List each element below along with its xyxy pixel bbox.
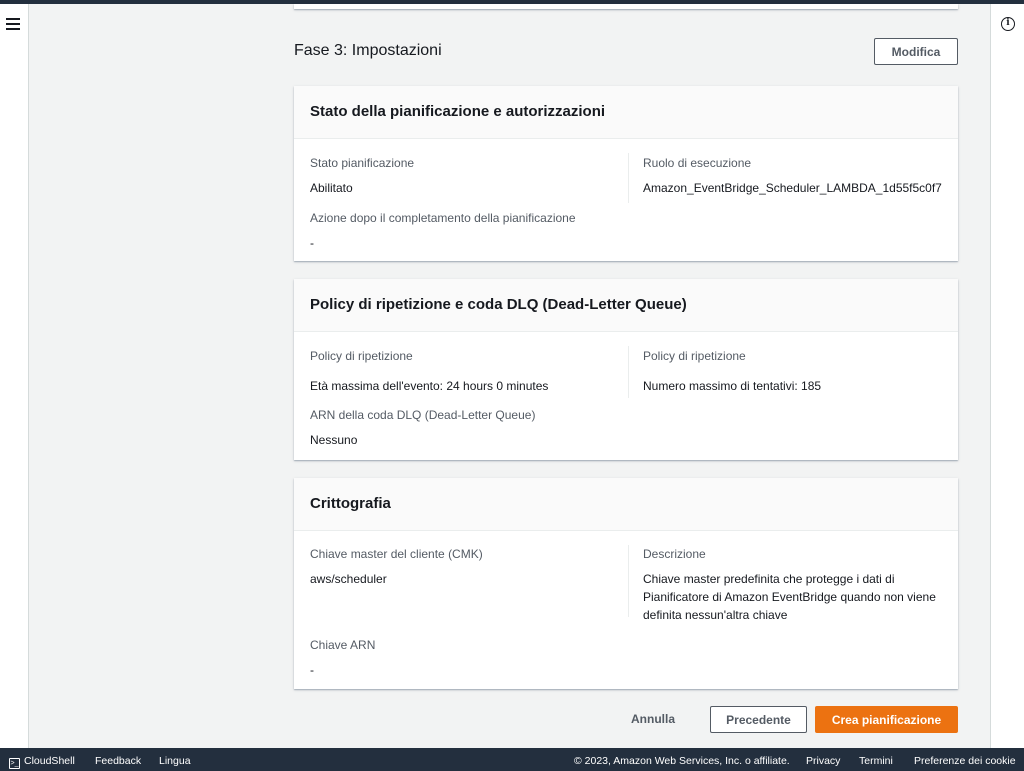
field-label: Policy di ripetizione: [643, 349, 746, 363]
previous-card-edge: [294, 4, 958, 9]
cancel-button[interactable]: Annulla: [631, 712, 675, 726]
create-schedule-button[interactable]: Crea pianificazione: [815, 706, 958, 733]
terms-link[interactable]: Termini: [859, 755, 893, 767]
field-label: Stato pianificazione: [310, 156, 415, 170]
field-dlq-arn: ARN della coda DLQ (Dead-Letter Queue) N…: [310, 408, 535, 449]
field-value: Amazon_EventBridge_Scheduler_LAMBDA_1d55…: [643, 181, 942, 195]
cookie-preferences-link[interactable]: Preferenze dei cookie: [914, 755, 1016, 767]
card-title: Crittografia: [294, 478, 958, 531]
privacy-link[interactable]: Privacy: [806, 755, 840, 767]
card-title: Policy di ripetizione e coda DLQ (Dead-L…: [294, 279, 958, 332]
info-icon[interactable]: i: [1001, 17, 1015, 31]
field-retry-policy-age: Policy di ripetizione Età massima dell'e…: [310, 349, 548, 395]
field-completion-action: Azione dopo il completamento della piani…: [310, 211, 576, 252]
field-label: ARN della coda DLQ (Dead-Letter Queue): [310, 408, 536, 422]
column-divider: [628, 346, 629, 398]
step-title: Fase 3: Impostazioni: [294, 42, 442, 59]
edit-button[interactable]: Modifica: [874, 38, 958, 65]
navigation-rail: [0, 4, 29, 748]
field-key-arn: Chiave ARN -: [310, 638, 375, 679]
tools-rail: i: [990, 4, 1024, 748]
column-divider: [628, 545, 629, 617]
field-value: -: [310, 663, 314, 677]
field-value: Numero massimo di tentativi: 185: [643, 379, 822, 393]
field-value: Età massima dell'evento: 24 hours 0 minu…: [310, 379, 549, 393]
hamburger-menu-icon[interactable]: [6, 18, 20, 30]
cloudshell-label: CloudShell: [24, 755, 75, 767]
field-label: Chiave master del cliente (CMK): [310, 547, 483, 561]
terminal-icon: >_: [9, 758, 20, 769]
field-cmk: Chiave master del cliente (CMK) aws/sche…: [310, 547, 483, 588]
field-value: -: [310, 236, 314, 250]
encryption-card: Crittografia Chiave master del cliente (…: [294, 478, 958, 689]
field-value: aws/scheduler: [310, 572, 387, 586]
cloudshell-link[interactable]: >_ CloudShell: [9, 755, 75, 769]
main-content: Fase 3: Impostazioni Modifica Stato dell…: [29, 4, 990, 748]
field-value: Chiave master predefinita che protegge i…: [643, 572, 936, 622]
footer: >_ CloudShell Feedback Lingua © 2023, Ama…: [0, 748, 1024, 771]
language-link[interactable]: Lingua: [159, 755, 191, 767]
field-label: Ruolo di esecuzione: [643, 156, 752, 170]
field-description: Descrizione Chiave master predefinita ch…: [643, 547, 943, 624]
copyright-text: © 2023, Amazon Web Services, Inc. o affi…: [574, 755, 790, 767]
field-value: Nessuno: [310, 433, 358, 447]
field-label: Policy di ripetizione: [310, 349, 413, 363]
retry-policy-card: Policy di ripetizione e coda DLQ (Dead-L…: [294, 279, 958, 460]
card-title: Stato della pianificazione e autorizzazi…: [294, 86, 958, 139]
field-label: Descrizione: [643, 547, 706, 561]
schedule-status-card: Stato della pianificazione e autorizzazi…: [294, 86, 958, 261]
field-schedule-state: Stato pianificazione Abilitato: [310, 156, 414, 197]
field-label: Chiave ARN: [310, 638, 376, 652]
field-execution-role: Ruolo di esecuzione Amazon_EventBridge_S…: [643, 156, 942, 197]
field-retry-policy-attempts: Policy di ripetizione Numero massimo di …: [643, 349, 821, 395]
feedback-link[interactable]: Feedback: [95, 755, 141, 767]
previous-button[interactable]: Precedente: [710, 706, 807, 733]
field-value: Abilitato: [310, 181, 353, 195]
field-label: Azione dopo il completamento della piani…: [310, 211, 576, 225]
column-divider: [628, 153, 629, 203]
